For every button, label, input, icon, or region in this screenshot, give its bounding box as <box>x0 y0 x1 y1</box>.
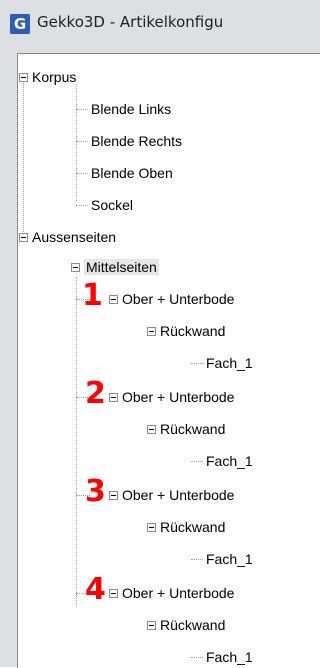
tree-node-fach-1-2[interactable]: Fach_1 <box>191 450 253 472</box>
tree-connector <box>76 172 88 174</box>
tree-node-label: Blende Links <box>91 101 172 117</box>
tree-node-fach-1-3[interactable]: Fach_1 <box>191 548 253 570</box>
tree-connector <box>76 140 88 142</box>
tree-node-label: Ober + Unterbode <box>122 487 235 503</box>
tree-node-blende-rechts[interactable]: Blende Rechts <box>76 130 182 152</box>
window-title: Gekko3D - Artikelkonfigu <box>37 13 224 31</box>
tree-node-ober-unterboden-2[interactable]: Ober + Unterbode <box>109 386 234 408</box>
tree-node-mittelseiten[interactable]: Mittelseiten <box>71 256 159 278</box>
tree-node-blende-links[interactable]: Blende Links <box>76 98 171 120</box>
tree-node-label: Blende Oben <box>91 165 173 181</box>
tree-node-korpus[interactable]: Korpus <box>19 66 76 88</box>
tree-node-rueckwand-1[interactable]: Rückwand <box>147 320 225 342</box>
tree-node-label: Fach_1 <box>206 649 253 665</box>
collapse-icon[interactable] <box>147 522 156 532</box>
collapse-icon[interactable] <box>147 326 156 336</box>
window: G Gekko3D - Artikelkonfigu Korpus Blende… <box>0 0 320 668</box>
annotation-number: 2 <box>85 376 106 411</box>
collapse-icon[interactable] <box>19 232 28 242</box>
tree-node-label: Rückwand <box>160 323 226 339</box>
collapse-icon[interactable] <box>109 392 118 402</box>
tree-node-ober-unterboden-3[interactable]: Ober + Unterbode <box>109 484 234 506</box>
tree-node-label: Fach_1 <box>206 355 253 371</box>
collapse-icon[interactable] <box>109 490 118 500</box>
tree-connector <box>191 558 203 560</box>
tree-connector <box>76 108 88 110</box>
tree-connector <box>191 362 203 364</box>
tree-connector <box>191 460 203 462</box>
gekko-logo-icon: G <box>10 14 30 34</box>
tree-node-label: Mittelseiten <box>84 259 159 275</box>
tree-node-rueckwand-2[interactable]: Rückwand <box>147 418 225 440</box>
collapse-icon[interactable] <box>109 294 118 304</box>
tree-node-label: Rückwand <box>160 617 226 633</box>
tree-node-ober-unterboden-1[interactable]: Ober + Unterbode <box>109 288 234 310</box>
tree-node-label: Rückwand <box>160 519 226 535</box>
tree-node-label: Fach_1 <box>206 551 253 567</box>
tree-node-label: Korpus <box>32 69 77 85</box>
tree-node-ober-unterboden-4[interactable]: Ober + Unterbode <box>109 582 234 604</box>
tree-node-label: Sockel <box>91 197 134 213</box>
tree-connector <box>76 277 77 607</box>
tree-view[interactable]: Korpus Blende Links Blende Rechts Blende… <box>17 53 320 668</box>
tree-connector <box>191 656 203 658</box>
tree-node-aussenseiten[interactable]: Aussenseiten <box>19 226 116 248</box>
tree-node-rueckwand-3[interactable]: Rückwand <box>147 516 225 538</box>
tree-node-label: Ober + Unterbode <box>122 291 235 307</box>
annotation-number: 3 <box>85 474 106 509</box>
tree-node-fach-1-1[interactable]: Fach_1 <box>191 352 253 374</box>
tree-connector <box>23 77 24 232</box>
annotation-number: 1 <box>82 278 103 313</box>
tree-node-label: Fach_1 <box>206 453 253 469</box>
tree-node-blende-oben[interactable]: Blende Oben <box>76 162 173 184</box>
tree-node-rueckwand-4[interactable]: Rückwand <box>147 614 225 636</box>
tree-node-label: Rückwand <box>160 421 226 437</box>
tree-node-sockel[interactable]: Sockel <box>76 194 133 216</box>
tree-node-label: Ober + Unterbode <box>122 389 235 405</box>
tree-node-label: Aussenseiten <box>32 229 117 245</box>
collapse-icon[interactable] <box>147 620 156 630</box>
tree-node-label: Ober + Unterbode <box>122 585 235 601</box>
collapse-icon[interactable] <box>147 424 156 434</box>
tree-connector <box>76 204 88 206</box>
collapse-icon[interactable] <box>109 588 118 598</box>
title-bar: G Gekko3D - Artikelkonfigu <box>0 0 320 46</box>
tree-node-fach-1-4[interactable]: Fach_1 <box>191 646 253 668</box>
tree-node-label: Blende Rechts <box>91 133 183 149</box>
collapse-icon[interactable] <box>71 262 80 272</box>
annotation-number: 4 <box>85 572 106 607</box>
collapse-icon[interactable] <box>19 72 28 82</box>
